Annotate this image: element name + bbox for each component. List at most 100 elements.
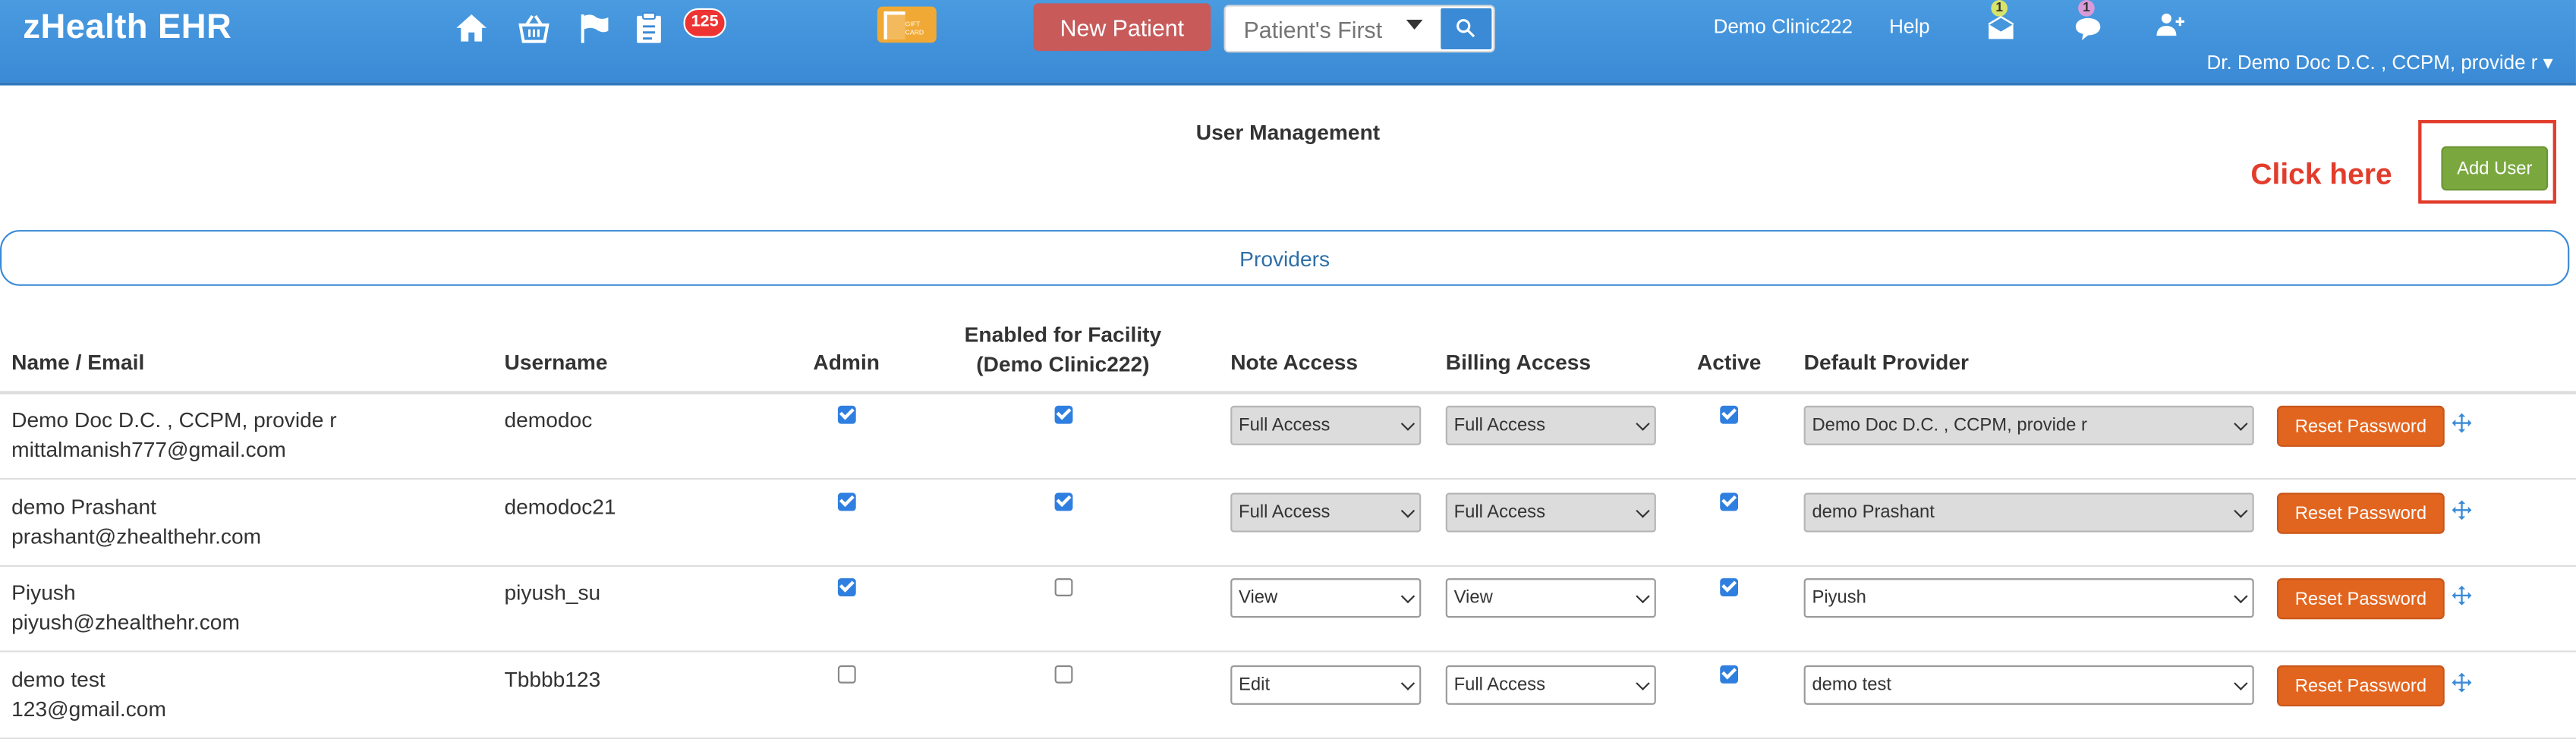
chevron-down-icon [1400,504,1416,518]
chevron-down-icon[interactable] [1406,19,1423,30]
move-icon[interactable] [2451,585,2472,606]
billing-access-value: View [1453,588,1493,608]
active-checkbox[interactable] [1720,405,1739,424]
default-provider-value: demo Prashant [1812,502,1935,523]
provider-name: demo test [11,667,105,692]
default-provider-value: Piyush [1812,588,1866,608]
default-provider-value: Demo Doc D.C. , CCPM, provide r [1812,415,2087,436]
chevron-down-icon [1400,417,1416,431]
note-access-select[interactable]: View [1230,578,1422,618]
search-button[interactable] [1439,6,1494,52]
chevron-down-icon [2234,676,2248,690]
top-navbar: zHealth EHR 125 GIFT CARD New Patient De… [0,0,2576,86]
billing-access-value: Full Access [1453,415,1546,436]
add-user-icon[interactable] [2156,10,2185,39]
provider-name: Piyush [11,580,76,605]
clinic-link[interactable]: Demo Clinic222 [1714,14,1853,37]
provider-username: Tbbbb123 [504,667,601,692]
chevron-down-icon [1636,504,1650,518]
chevron-down-icon [2234,589,2248,604]
note-access-select[interactable]: Full Access [1230,492,1422,533]
chevron-down-icon [1400,589,1416,604]
move-icon[interactable] [2451,412,2472,433]
chat-icon[interactable] [2074,13,2103,42]
active-checkbox[interactable] [1720,578,1739,596]
active-checkbox[interactable] [1720,665,1739,684]
header-enabled-line2: (Demo Clinic222) [976,351,1150,376]
enabled-facility-checkbox[interactable] [1054,405,1073,424]
clipboard-icon[interactable] [631,10,667,46]
default-provider-value: demo test [1812,675,1892,695]
billing-access-select[interactable]: Full Access [1445,665,1656,705]
help-link[interactable]: Help [1889,14,1929,37]
notification-badge[interactable]: 125 [683,8,726,38]
default-provider-select[interactable]: Piyush [1803,578,2254,618]
header-active: Active [1696,350,1762,375]
billing-access-value: Full Access [1453,502,1546,523]
chevron-down-icon [1636,589,1650,604]
chevron-down-icon [2234,504,2248,518]
default-provider-select[interactable]: Demo Doc D.C. , CCPM, provide r [1803,405,2254,445]
enabled-facility-checkbox[interactable] [1054,578,1073,596]
provider-email: 123@gmail.com [11,697,166,722]
new-patient-button[interactable]: New Patient [1033,3,1211,52]
table-row: demo Prashant prashant@zhealthehr.com demo… [0,480,2576,567]
chevron-down-icon [2234,417,2248,431]
header-username: Username [504,350,608,375]
move-icon[interactable] [2451,499,2472,520]
click-here-annotation: Click here [2250,157,2392,191]
chevron-down-icon [1636,417,1650,431]
flag-icon[interactable] [577,10,613,46]
provider-email: mittalmanish777@gmail.com [11,436,286,462]
note-access-value: Full Access [1239,415,1331,436]
add-user-button[interactable]: Add User [2441,146,2549,191]
note-access-value: View [1239,588,1278,608]
chevron-down-icon [1400,676,1416,690]
note-access-value: Full Access [1239,502,1331,523]
table-row: Piyush piyush@zhealthehr.com piyush_su View… [0,565,2576,653]
billing-access-value: Full Access [1453,675,1546,695]
mail-badge: 1 [1991,0,2008,17]
patient-search-input[interactable] [1225,6,1422,52]
note-access-select[interactable]: Edit [1230,665,1422,705]
note-access-select[interactable]: Full Access [1230,405,1422,445]
reset-password-button[interactable]: Reset Password [2276,492,2445,534]
active-checkbox[interactable] [1720,492,1739,511]
note-access-value: Edit [1239,675,1271,695]
move-icon[interactable] [2451,672,2472,693]
user-menu[interactable]: Dr. Demo Doc D.C. , CCPM, provide r ▾ [2206,51,2552,74]
table-row: demo test 123@gmail.com Tbbbb123 Edit Full A… [0,653,2576,739]
billing-access-select[interactable]: Full Access [1445,492,1656,533]
provider-name: demo Prashant [11,494,156,520]
billing-access-select[interactable]: Full Access [1445,405,1656,445]
table-row: Demo Doc D.C. , CCPM, provide r mittalman… [0,392,2576,480]
admin-checkbox[interactable] [837,665,856,684]
basket-icon[interactable] [516,10,553,46]
user-name: Dr. Demo Doc D.C. , CCPM, provide r [2206,51,2538,74]
provider-email: prashant@zhealthehr.com [11,524,262,549]
mail-icon[interactable] [1986,13,2016,42]
header-admin: Admin [813,350,880,375]
enabled-facility-checkbox[interactable] [1054,665,1073,684]
reset-password-button[interactable]: Reset Password [2276,405,2445,447]
home-icon[interactable] [453,10,490,46]
admin-checkbox[interactable] [837,405,856,424]
billing-access-select[interactable]: View [1445,578,1656,618]
app-logo[interactable]: zHealth EHR [23,8,231,48]
reset-password-button[interactable]: Reset Password [2276,578,2445,620]
gift-icon[interactable]: GIFT CARD [877,6,937,43]
admin-checkbox[interactable] [837,578,856,596]
provider-name: Demo Doc D.C. , CCPM, provide r [11,407,337,432]
reset-password-button[interactable]: Reset Password [2276,665,2445,707]
admin-checkbox[interactable] [837,492,856,511]
providers-section-header[interactable]: Providers [0,230,2570,286]
provider-username: demodoc [504,407,593,432]
provider-username: piyush_su [504,580,601,605]
header-enabled-facility: Enabled for Facility (Demo Clinic222) [931,320,1194,379]
default-provider-select[interactable]: demo test [1803,665,2254,705]
provider-username: demodoc21 [504,494,616,520]
caret-down-icon: ▾ [2537,51,2553,74]
header-name-email: Name / Email [11,350,145,375]
default-provider-select[interactable]: demo Prashant [1803,492,2254,533]
enabled-facility-checkbox[interactable] [1054,492,1073,511]
